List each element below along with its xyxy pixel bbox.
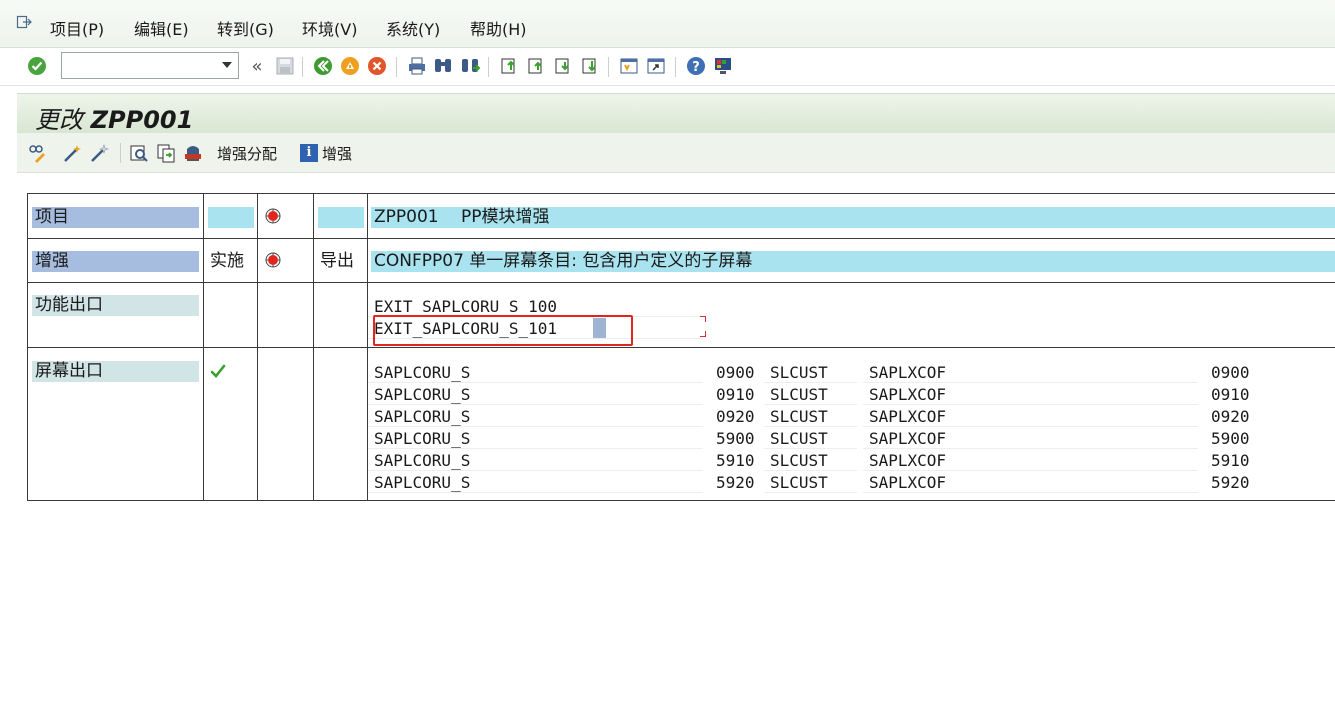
program-name: SAPLCORU_S [368, 362, 703, 383]
called-program: SAPLXCOF [863, 428, 1198, 449]
screen-number: 0910 [716, 385, 755, 404]
enhancement-assignment-button[interactable]: 增强分配 [217, 142, 277, 164]
find-icon[interactable] [433, 56, 453, 76]
title-bar: 更改 ZPP001 [17, 93, 1335, 135]
info-icon: i [300, 144, 318, 162]
subscreen-area: SLCUST [764, 450, 857, 471]
called-screen: 5920 [1211, 473, 1250, 492]
cancel-icon[interactable] [367, 56, 387, 76]
called-program: SAPLXCOF [863, 384, 1198, 405]
program-name: SAPLCORU_S [368, 428, 703, 449]
subscreen-area: SLCUST [764, 362, 857, 383]
called-program: SAPLXCOF [863, 406, 1198, 427]
called-program: SAPLXCOF [863, 450, 1198, 471]
enhancement-inactive-status-icon [265, 252, 281, 268]
application-toolbar: 增强分配 i 增强 [17, 133, 1335, 173]
new-session-icon[interactable] [619, 56, 639, 76]
called-screen: 5910 [1211, 451, 1250, 470]
screen-number: 0920 [716, 407, 755, 426]
svg-text:?: ? [692, 60, 700, 75]
menu-bar: 项目(P) 编辑(E) 转到(G) 环境(V) 系统(Y) 帮助(H) [0, 0, 1335, 48]
last-page-icon[interactable] [580, 56, 600, 76]
transport-icon[interactable] [183, 142, 203, 164]
shortcut-icon[interactable] [646, 56, 666, 76]
page-title-object: ZPP001 [90, 106, 194, 134]
activate-icon[interactable] [62, 142, 82, 164]
menu-item-project[interactable]: 项目(P) [50, 16, 104, 40]
save-icon[interactable] [275, 56, 295, 76]
deactivate-icon[interactable] [89, 142, 109, 164]
standard-toolbar: « ? [0, 48, 1335, 86]
sap-window: 项目(P) 编辑(E) 转到(G) 环境(V) 系统(Y) 帮助(H) « ? … [0, 0, 1335, 725]
where-used-icon[interactable] [129, 142, 149, 164]
function-exit-item[interactable]: EXIT_SAPLCORU_S_100 [368, 296, 703, 317]
project-value[interactable]: ZPP001 PP模块增强 [371, 207, 1335, 228]
back-icon[interactable] [313, 56, 333, 76]
enhancement-label: 增强 [32, 251, 199, 272]
called-program: SAPLXCOF [863, 472, 1198, 493]
field-bracket-bottom [700, 331, 706, 337]
exit-icon[interactable] [340, 56, 360, 76]
highlight-box [373, 315, 633, 346]
menu-item-environment[interactable]: 环境(V) [302, 16, 357, 40]
command-input[interactable] [62, 53, 212, 78]
previous-page-icon[interactable] [526, 56, 546, 76]
chevron-down-icon[interactable] [222, 62, 232, 68]
screen-exit-check-icon [210, 364, 226, 378]
menu-item-goto[interactable]: 转到(G) [217, 16, 274, 40]
project-inactive-status-icon [265, 208, 281, 224]
display-change-icon[interactable] [27, 142, 49, 164]
subscreen-area: SLCUST [764, 428, 857, 449]
first-page-icon[interactable] [499, 56, 519, 76]
enhancement-button-label: 增强 [322, 144, 353, 163]
page-title: 更改 ZPP001 [35, 100, 193, 135]
field-bracket-top [700, 316, 706, 322]
enter-check-icon[interactable] [27, 56, 47, 76]
menu-exit-icon[interactable] [16, 14, 32, 30]
called-program: SAPLXCOF [863, 362, 1198, 383]
screen-number: 0900 [716, 363, 755, 382]
menu-item-system[interactable]: 系统(Y) [386, 16, 440, 40]
enhancement-value[interactable]: CONFPP07 单一屏幕条目: 包含用户定义的子屏幕 [371, 251, 1335, 272]
program-name: SAPLCORU_S [368, 384, 703, 405]
screen-number: 5920 [716, 473, 755, 492]
called-screen: 5900 [1211, 429, 1250, 448]
program-name: SAPLCORU_S [368, 406, 703, 427]
subscreen-area: SLCUST [764, 384, 857, 405]
menu-item-edit[interactable]: 编辑(E) [134, 16, 189, 40]
subscreen-area: SLCUST [764, 406, 857, 427]
project-status-cell [208, 207, 254, 228]
print-icon[interactable] [407, 56, 427, 76]
export-label[interactable]: 导出 [317, 251, 367, 272]
function-exit-label: 功能出口 [32, 295, 199, 316]
help-icon[interactable]: ? [686, 56, 706, 76]
program-name: SAPLCORU_S [368, 472, 703, 493]
called-screen: 0900 [1211, 363, 1250, 382]
page-title-prefix: 更改 [35, 106, 83, 134]
subscreen-area: SLCUST [764, 472, 857, 493]
customize-layout-icon[interactable] [713, 56, 733, 76]
project-label: 项目 [32, 207, 199, 228]
enhancement-button[interactable]: i 增强 [300, 142, 352, 164]
called-screen: 0910 [1211, 385, 1250, 404]
collapse-toolbar-button[interactable]: « [247, 56, 267, 77]
called-screen: 0920 [1211, 407, 1250, 426]
command-field[interactable] [61, 52, 239, 79]
implementation-label[interactable]: 实施 [207, 251, 257, 272]
project-export-cell [318, 207, 364, 228]
program-name: SAPLCORU_S [368, 450, 703, 471]
menu-item-help[interactable]: 帮助(H) [470, 16, 527, 40]
find-next-icon[interactable] [460, 56, 480, 76]
next-page-icon[interactable] [553, 56, 573, 76]
screen-number: 5910 [716, 451, 755, 470]
copy-object-icon[interactable] [156, 142, 176, 164]
screen-exit-label: 屏幕出口 [32, 361, 199, 382]
screen-number: 5900 [716, 429, 755, 448]
